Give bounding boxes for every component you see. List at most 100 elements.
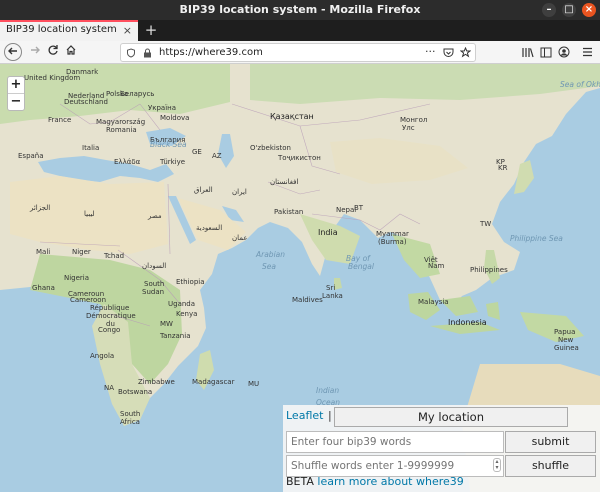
map-label: افغانستان [270,178,299,186]
arrow-right-icon [31,46,40,54]
map-label: مصر [148,212,162,220]
map-label: France [48,116,72,124]
map-label: España [18,152,44,160]
url-bar[interactable]: https://where39.com ··· [120,43,476,62]
beta-label: BETA [286,475,314,488]
learn-more-link[interactable]: learn more about where39 [317,475,463,488]
map-label: South [120,410,141,418]
shield-icon[interactable] [126,48,136,58]
minimize-button[interactable]: – [542,3,556,17]
map-label: Lanka [322,292,343,300]
map-label: United Kingdom [24,74,81,82]
map-label: Tchad [104,252,125,260]
maximize-button[interactable]: □ [562,3,576,17]
map-label: Italia [82,144,100,152]
my-location-button[interactable]: My location [334,407,568,427]
map-label: Malaysia [418,298,449,306]
map-label: Deutschland [64,98,108,106]
map-label: Démocratique [86,312,136,320]
zoom-out-button[interactable]: − [8,94,24,111]
map-label: Zimbabwe [138,378,175,386]
map-label: العراق [194,186,213,194]
arrow-left-icon [8,47,17,55]
account-icon[interactable] [558,46,570,58]
map-label: Ethiopia [176,278,205,286]
map-label: Angola [90,352,115,360]
map-label: Mali [36,248,51,256]
window-titlebar: BIP39 location system - Mozilla Firefox … [0,0,600,20]
map-label: Sea [262,262,276,271]
map-label: Philippine Sea [510,234,563,243]
map-label: عمان [232,234,248,242]
shuffle-button[interactable]: shuffle [505,455,596,477]
map-label: Nigeria [64,274,90,282]
number-spinner[interactable]: ▴ ▾ [493,458,501,472]
lock-icon[interactable] [143,48,152,58]
library-icon[interactable] [522,47,534,58]
map-label: الجزائر [30,204,51,212]
zoom-in-button[interactable]: + [8,77,24,94]
submit-button[interactable]: submit [505,431,596,453]
map-label: South [144,280,165,288]
map-label: Indian [316,386,340,395]
forward-button[interactable] [26,43,44,61]
back-button[interactable] [4,43,22,61]
close-window-button[interactable]: × [582,3,596,17]
map-label: Polska [106,90,129,98]
map-label: Sudan [142,288,165,296]
map-label: Papua [554,328,576,336]
page-actions-icon[interactable]: ··· [425,45,436,58]
window-title: BIP39 location system - Mozilla Firefox [179,3,421,16]
map-label: Moldova [160,114,190,122]
map-label: République [90,304,130,312]
map-label: Niger [72,248,91,256]
map-label: Pakistan [274,208,304,216]
url-text[interactable]: https://where39.com [159,47,263,58]
map-label: Sea of Okhotsk [560,80,600,89]
map-label: Улс [402,124,415,132]
map-label: Bengal [348,262,374,271]
pocket-icon[interactable] [443,48,454,58]
map-label: KP [496,158,505,166]
map-view[interactable]: Danmark United Kingdom Беларусь Polska Neder… [0,64,600,492]
map-label: Africa [120,418,140,426]
map-label: السودان [142,262,167,270]
reload-button[interactable] [44,43,62,61]
tab-close-icon[interactable]: × [123,24,132,37]
menu-icon[interactable] [582,47,593,57]
map-label: AZ [212,152,222,160]
map-label: O'zbekiston [250,144,291,152]
tab-title: BIP39 location system [6,24,117,35]
tab-active[interactable]: BIP39 location system × [0,20,138,41]
map-label: Romania [106,126,137,134]
home-icon [66,45,76,55]
map-label: Nam [428,262,445,270]
map-label: Botswana [118,388,153,396]
words-input[interactable] [286,431,504,453]
map-label: Congo [98,326,121,334]
sidebar-icon[interactable] [540,47,552,58]
map-label: Madagascar [192,378,235,386]
bookmark-star-icon[interactable] [460,47,471,58]
map-label: Kenya [176,310,198,318]
map-label: MW [160,320,173,328]
map-label: New [558,336,574,344]
map-label: Uganda [168,300,196,308]
map-label: Maldives [292,296,323,304]
tab-strip: BIP39 location system × + [0,20,600,41]
map-label: ایران [232,188,247,196]
shuffle-input[interactable] [286,455,504,477]
map-label: NA [104,384,115,392]
map-label: Қазақстан [270,112,314,121]
map-label: Magyarország [96,118,146,126]
new-tab-button[interactable]: + [144,20,158,41]
leaflet-link[interactable]: Leaflet [286,409,323,422]
map-label: Arabian [256,250,286,259]
home-button[interactable] [62,43,80,61]
map-label: BT [354,204,364,212]
map-label: Cameroon [70,296,107,304]
map-label: Black Sea [150,140,187,149]
map-label: Монгол [400,116,428,124]
beta-line: BETA learn more about where39 [286,475,464,488]
map-label: Sri [326,284,336,292]
